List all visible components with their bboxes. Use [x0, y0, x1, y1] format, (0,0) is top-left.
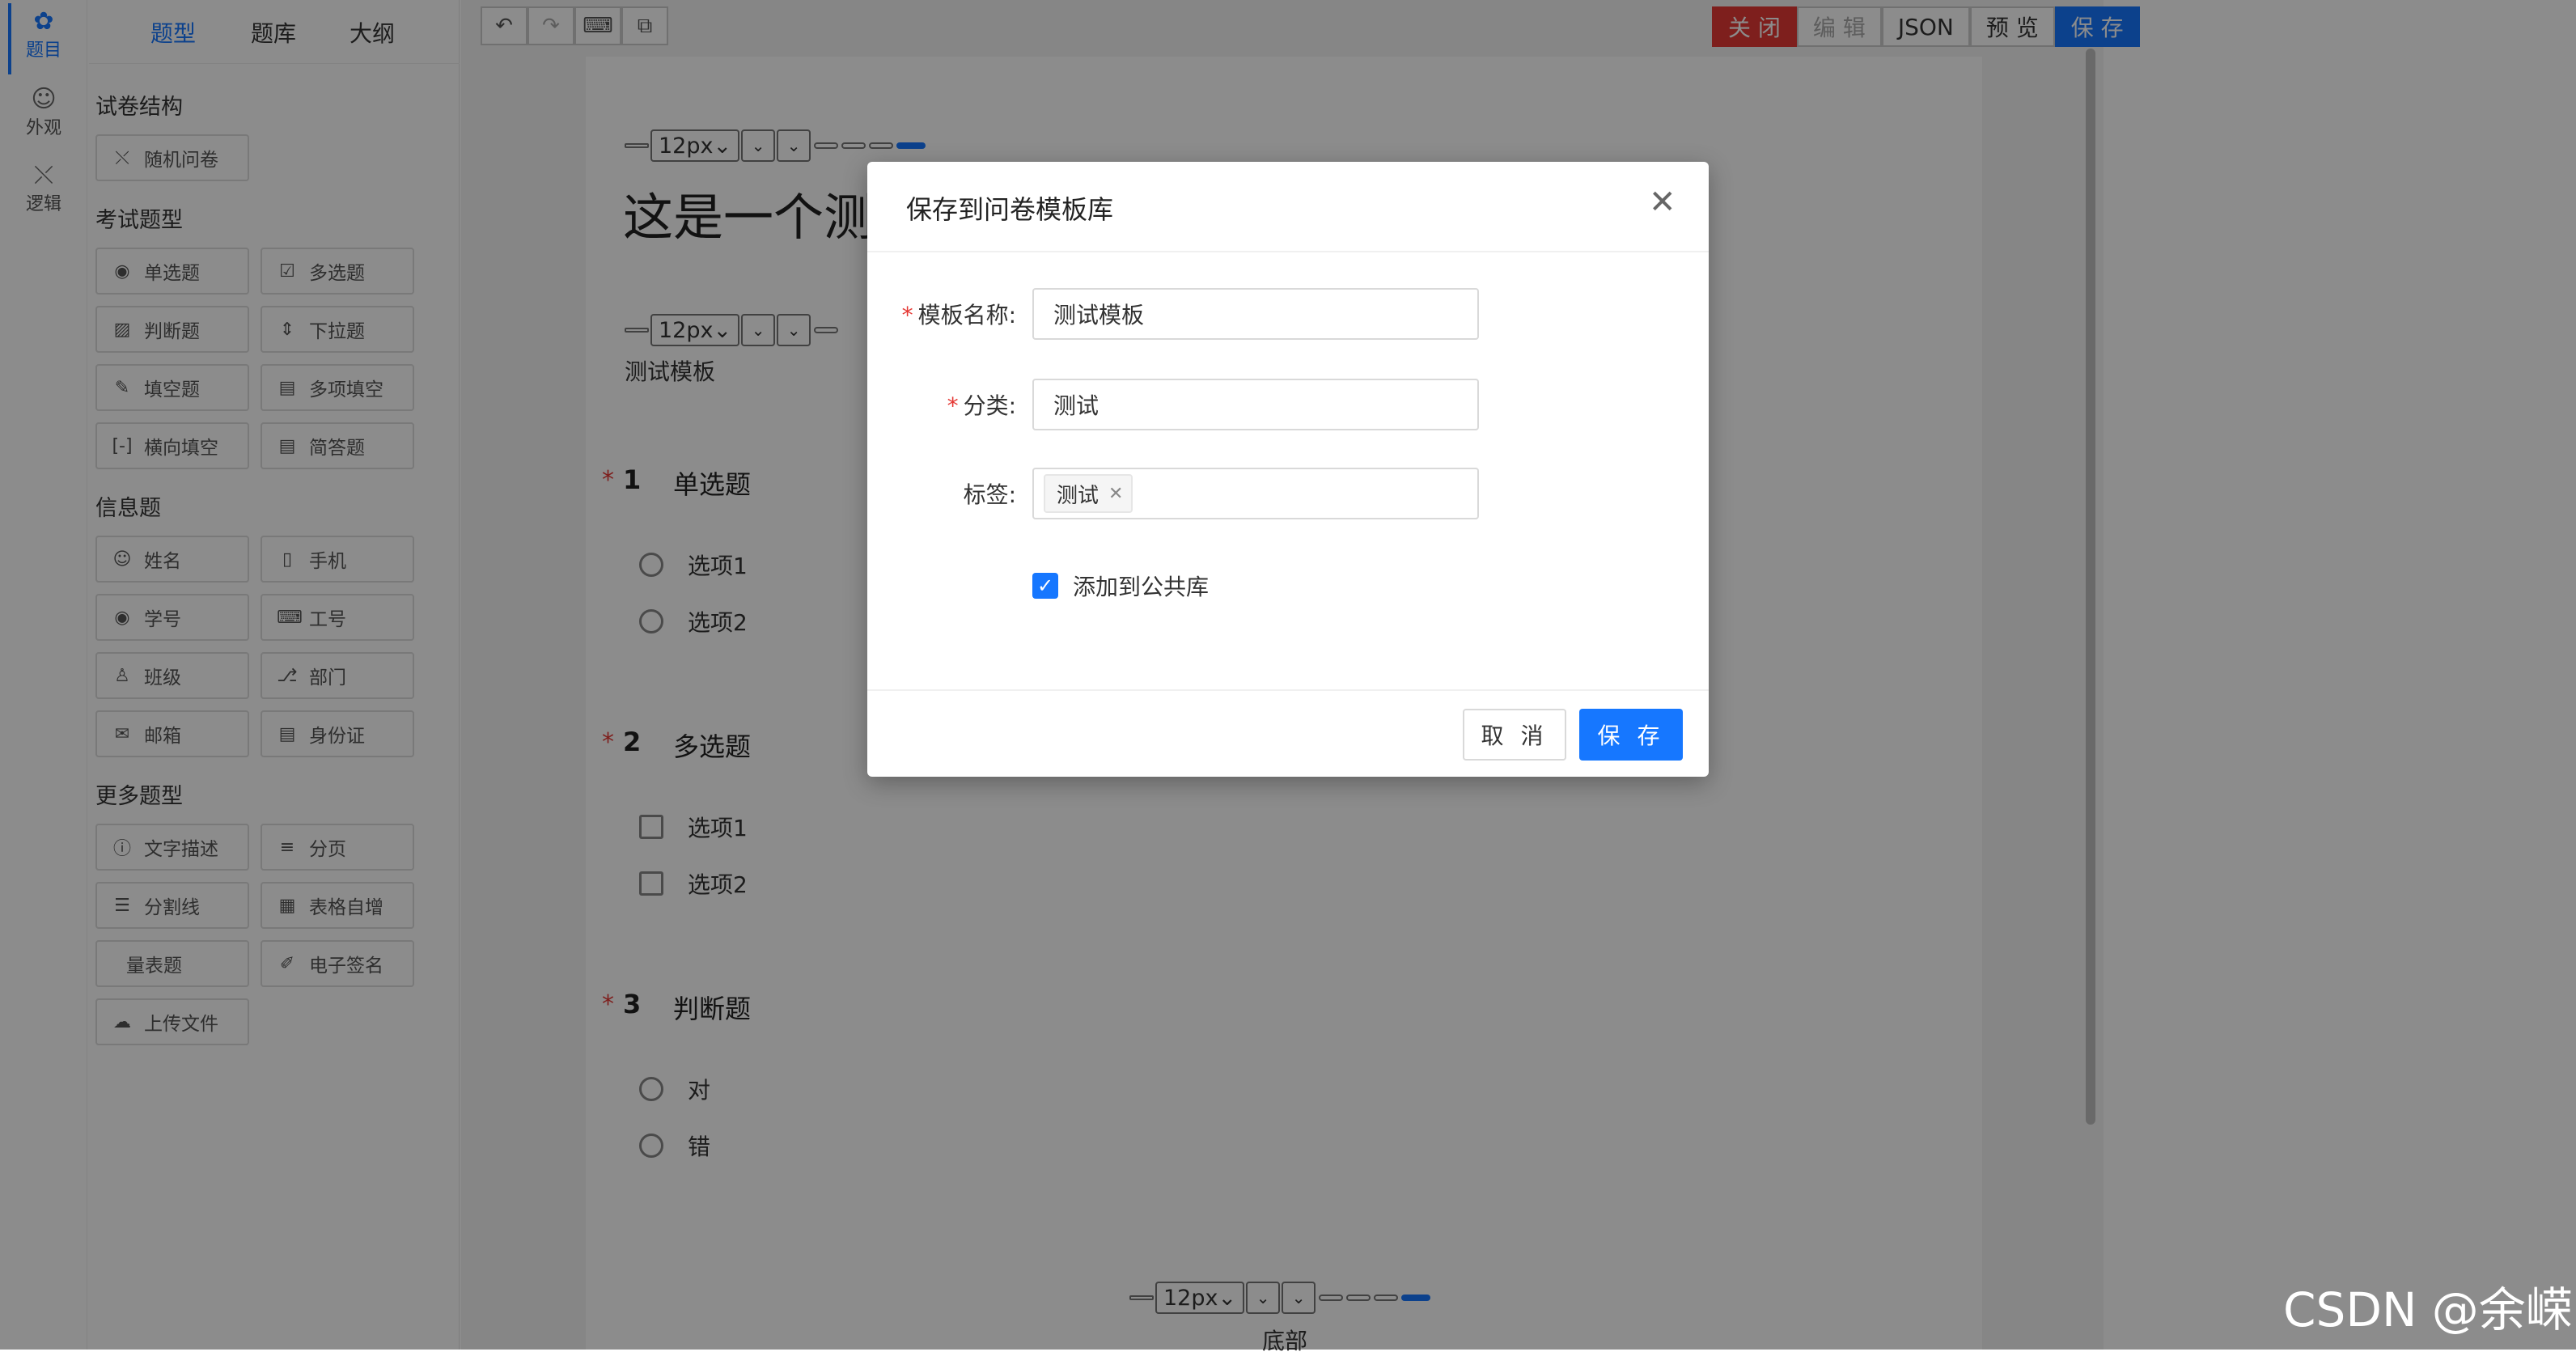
public-library-checkbox-row[interactable]: ✓ 添加到公共库 — [1032, 570, 1209, 602]
confirm-save-button[interactable]: 保 存 — [1579, 709, 1683, 761]
label-text: 分类: — [963, 392, 1016, 419]
close-icon[interactable]: ✕ — [1108, 484, 1123, 504]
dialog-title: 保存到问卷模板库 — [906, 194, 1114, 225]
category-input[interactable]: 测试 — [1032, 379, 1479, 430]
checkbox-checked-icon[interactable]: ✓ — [1032, 573, 1058, 599]
checkbox-label: 添加到公共库 — [1073, 574, 1210, 600]
dialog-header: 保存到问卷模板库 ✕ — [867, 162, 1709, 252]
dialog-footer-divider — [867, 689, 1709, 691]
tag-label: 测试 — [1057, 483, 1099, 508]
required-mark: * — [947, 392, 959, 419]
required-mark: * — [901, 302, 913, 328]
watermark: CSDN @余嵘 — [2283, 1282, 2573, 1337]
save-template-dialog: 保存到问卷模板库 ✕ * 模板名称: 测试模板 * 分类: 测试 标签: 测试 ✕ ✓… — [867, 162, 1709, 777]
close-icon[interactable]: ✕ — [1649, 186, 1676, 218]
template-name-label: * 模板名称: — [871, 298, 1016, 330]
tags-input[interactable]: 测试 ✕ — [1032, 468, 1479, 519]
cancel-button[interactable]: 取 消 — [1463, 709, 1566, 761]
template-name-input[interactable]: 测试模板 — [1032, 288, 1479, 340]
tag-chip: 测试 ✕ — [1044, 474, 1133, 513]
tags-label: 标签: — [963, 481, 1016, 508]
category-label: * 分类: — [871, 388, 1016, 421]
label-text: 模板名称: — [917, 302, 1016, 328]
